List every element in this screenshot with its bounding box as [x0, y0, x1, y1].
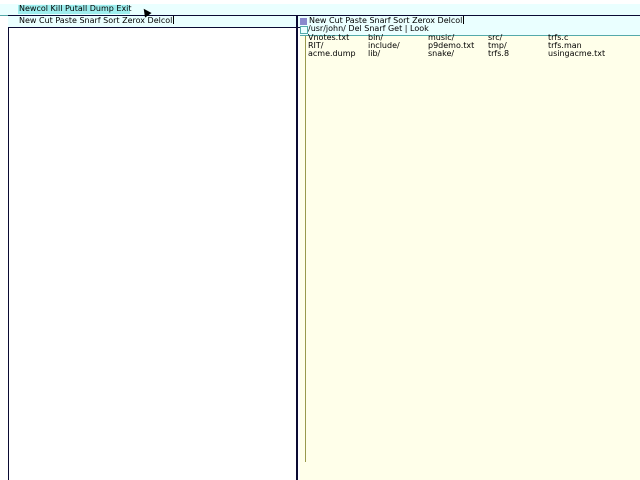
left-column-commands[interactable]: New Cut Paste Snarf Sort Zerox Delcol: [19, 16, 175, 26]
window-handle[interactable]: [300, 26, 308, 34]
left-column-border: [8, 15, 9, 480]
scrollbar[interactable]: [303, 36, 306, 462]
window-body[interactable]: [300, 36, 640, 480]
file-entry[interactable]: acme.dump: [308, 50, 368, 58]
file-entry[interactable]: snake/: [428, 50, 488, 58]
file-entry[interactable]: usingacme.txt: [548, 50, 608, 58]
text-cursor: [173, 16, 175, 24]
column-divider[interactable]: [296, 15, 298, 480]
file-entry[interactable]: trfs.8: [488, 50, 548, 58]
left-column-tag[interactable]: New Cut Paste Snarf Sort Zerox Delcol: [8, 15, 296, 28]
main-tag-commands[interactable]: Newcol Kill Putall Dump Exit: [19, 4, 132, 14]
text-cursor: [463, 16, 465, 24]
directory-listing: Vnotes.txt bin/music/src/trfs.c RIT/includ…: [308, 34, 608, 58]
right-column-handle[interactable]: [300, 18, 307, 25]
file-entry[interactable]: lib/: [368, 50, 428, 58]
